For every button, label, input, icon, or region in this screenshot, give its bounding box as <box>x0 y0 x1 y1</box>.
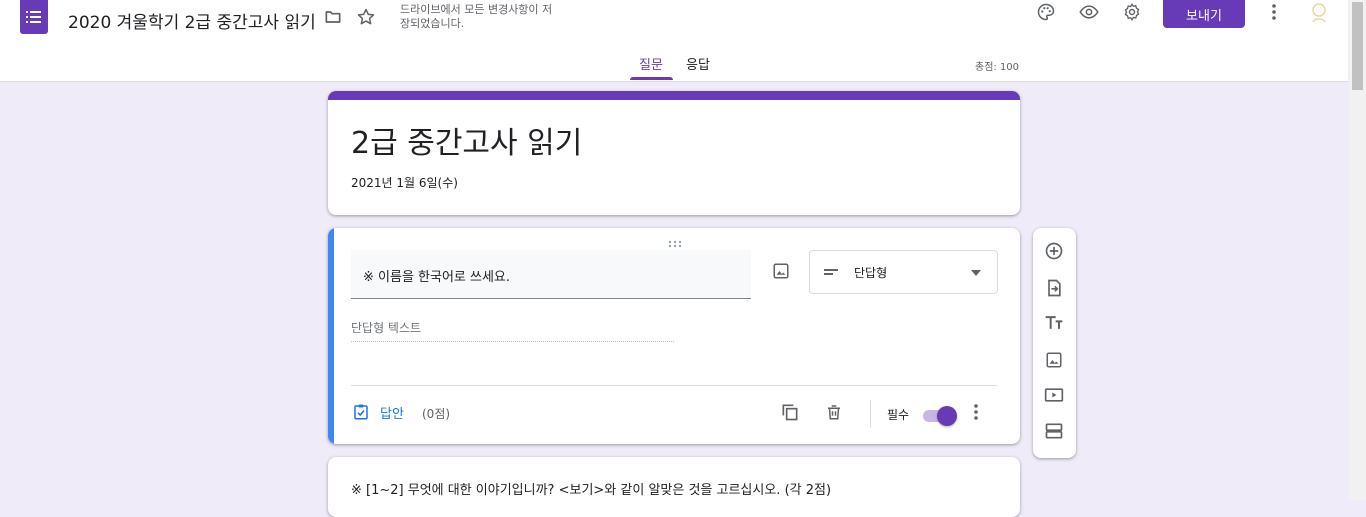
duplicate-icon[interactable] <box>778 400 802 424</box>
add-question-icon[interactable] <box>1042 239 1066 263</box>
preview-eye-icon[interactable] <box>1076 0 1102 24</box>
required-toggle-thumb[interactable] <box>937 406 957 426</box>
question-card[interactable]: ※ 이름을 한국어로 쓰세요. 단답형 단답형 텍스트 답안 (0점) 필수 <box>328 228 1020 444</box>
footer-divider <box>351 385 997 386</box>
tab-responses[interactable]: 응답 <box>686 54 710 73</box>
short-answer-icon <box>822 263 840 281</box>
scrollbar[interactable] <box>1349 0 1366 500</box>
answer-key-icon[interactable] <box>350 401 372 423</box>
form-title[interactable]: 2급 중간고사 읽기 <box>351 118 582 162</box>
short-answer-placeholder: 단답형 텍스트 <box>351 319 674 342</box>
active-tab-indicator <box>630 77 673 80</box>
total-points: 총점: 100 <box>975 62 1020 73</box>
folder-icon[interactable] <box>321 5 345 29</box>
question-text: ※ 이름을 한국어로 쓰세요. <box>363 270 511 285</box>
header-accent <box>328 91 1020 100</box>
save-status: 드라이브에서 모든 변경사항이 저장되었습니다. <box>400 3 553 30</box>
add-video-icon[interactable] <box>1042 383 1066 407</box>
footer-vertical-divider <box>870 400 871 428</box>
form-description[interactable]: 2021년 1월 6일(수) <box>351 174 458 191</box>
tab-questions[interactable]: 질문 <box>639 54 663 73</box>
add-section-icon[interactable] <box>1042 419 1066 443</box>
answer-key-button[interactable]: 답안 <box>380 403 404 422</box>
question-more-icon[interactable] <box>965 401 987 423</box>
next-question-card[interactable]: ※ [1~2] 무엇에 대한 이야기입니까? <보기>와 같이 알맞은 것을 고… <box>328 457 1020 517</box>
question-type-select[interactable]: 단답형 <box>809 250 998 294</box>
question-title-input[interactable]: ※ 이름을 한국어로 쓰세요. <box>351 250 751 299</box>
more-vert-icon[interactable] <box>1262 0 1286 24</box>
active-question-indicator <box>328 228 334 444</box>
add-title-icon[interactable] <box>1042 311 1066 335</box>
import-questions-icon[interactable] <box>1042 276 1066 300</box>
scrollbar-thumb[interactable] <box>1352 2 1363 90</box>
dropdown-arrow-icon <box>968 265 984 281</box>
question-points: (0점) <box>422 407 451 421</box>
next-question-text: ※ [1~2] 무엇에 대한 이야기입니까? <보기>와 같이 알맞은 것을 고… <box>351 483 832 498</box>
required-label: 필수 <box>887 408 910 422</box>
star-icon[interactable] <box>354 5 378 29</box>
question-type-label: 단답형 <box>854 266 888 280</box>
forms-logo-icon[interactable] <box>20 0 48 34</box>
image-icon[interactable] <box>769 259 793 283</box>
top-bar: 2020 겨울학기 2급 중간고사 읽기 드라이브에서 모든 변경사항이 저장되… <box>0 0 1348 82</box>
delete-icon[interactable] <box>822 400 846 424</box>
add-image-icon[interactable] <box>1042 348 1066 372</box>
settings-gear-icon[interactable] <box>1120 0 1144 24</box>
side-toolbar <box>1033 228 1076 458</box>
avatar[interactable] <box>1306 0 1332 26</box>
send-button[interactable]: 보내기 <box>1163 0 1245 28</box>
document-title[interactable]: 2020 겨울학기 2급 중간고사 읽기 <box>68 8 316 33</box>
palette-icon[interactable] <box>1034 0 1058 24</box>
